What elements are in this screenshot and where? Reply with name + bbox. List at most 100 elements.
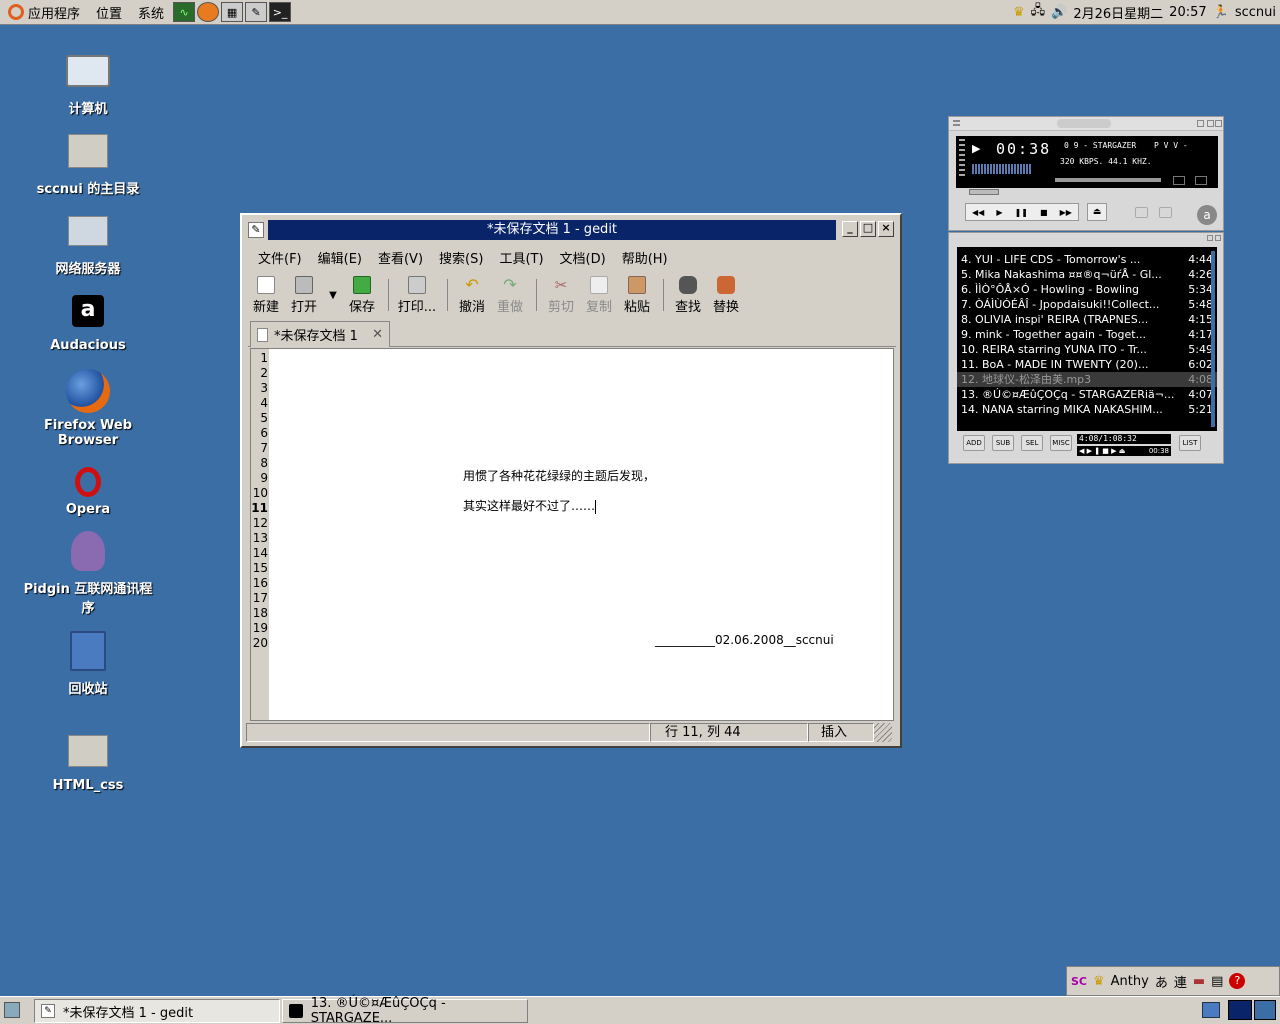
menu-file[interactable]: 文件(F) [250,248,310,267]
desktop-icon-audacious[interactable]: a Audacious [18,288,158,353]
playlist-close-icon[interactable] [1215,235,1221,241]
desktop-icon-network[interactable]: 网络服务器 [18,208,158,277]
desktop-icon-computer[interactable]: 计算机 [18,48,158,117]
repeat-icon[interactable] [1159,207,1172,218]
open-button[interactable]: 打开 [286,276,322,315]
input-mode[interactable]: あ [1155,972,1168,991]
time-display[interactable]: 00:38 [996,140,1051,158]
properties-icon[interactable]: ▤ [1211,974,1223,989]
shuffle-icon[interactable] [1135,207,1148,218]
close-icon[interactable] [1215,120,1222,127]
tab-close-icon[interactable]: ✕ [372,327,383,342]
undo-button[interactable]: ↶ 撤消 [454,276,490,316]
applications-menu[interactable]: 应用程序 [0,0,88,24]
calculator-launcher-icon[interactable]: ▦ [221,2,244,22]
document-tab[interactable]: *未保存文档 1 ✕ [250,321,390,347]
seek-bar[interactable] [969,189,999,195]
mini-controls-icon[interactable]: ◀ ▶ ❚ ■ ▶ ⏏ [1079,446,1125,456]
playlist-scrollbar[interactable] [1211,251,1215,427]
playlist-item[interactable]: 11. BoA - MADE IN TWENTY (20)... 6:02 [957,357,1217,372]
open-recent-dropdown[interactable]: ▼ [324,290,342,315]
minimize-icon[interactable] [1197,120,1204,127]
clock-time[interactable]: 20:57 [1169,5,1206,20]
eject-button[interactable]: ⏏ [1087,203,1107,221]
save-button[interactable]: 保存 [344,276,380,315]
conversion-mode[interactable]: 連 [1174,972,1187,991]
playlist-item[interactable]: 14. NANA starring MIKA NAKASHIM... 5:21 [957,402,1217,417]
menu-edit[interactable]: 编辑(E) [310,248,370,267]
playlist-toggle-icon[interactable] [1195,176,1207,185]
desktop-icon-trash[interactable]: 回收站 [18,628,158,697]
playlist-item[interactable]: 13. ®Ú©¤ÆûÇOÇq - STARGAZERiä¬... 4:07 [957,387,1217,402]
minimize-button[interactable]: _ [842,221,858,237]
find-button[interactable]: 查找 [670,276,706,315]
volume-slider[interactable] [1055,178,1135,182]
playlist-item[interactable]: 6. ÌÌÒ°ÔÅ×Ó - Howling - Bowling 5:34 [957,282,1217,297]
help-icon[interactable]: ? [1229,973,1246,989]
user-name[interactable]: sccnui [1235,5,1276,20]
previous-icon[interactable]: ◀◀ [972,208,984,217]
copy-button[interactable]: 复制 [581,276,617,315]
balance-slider[interactable] [1125,178,1161,182]
print-button[interactable]: 打印... [395,276,439,315]
menu-tools[interactable]: 工具(T) [491,248,551,267]
dictionary-icon[interactable]: ▬ [1193,974,1205,989]
crown-icon[interactable]: ♛ [1013,5,1025,20]
gedit-titlebar[interactable]: *未保存文档 1 - gedit [268,220,836,240]
paste-button[interactable]: 粘贴 [619,276,655,315]
list-button[interactable]: LIST [1179,435,1201,451]
network-icon[interactable]: 🖧 [1031,1,1046,23]
playlist-item[interactable]: 8. OLIVIA inspi' REIRA (TRAPNES... 4:15 [957,312,1217,327]
playlist-shade-icon[interactable] [1207,235,1213,241]
im-engine-name[interactable]: Anthy [1111,974,1149,989]
replace-button[interactable]: 替换 [708,276,744,315]
gedit-app-icon[interactable]: ✎ [248,222,264,238]
play-icon[interactable]: ▶ [996,208,1002,217]
terminal-launcher-icon[interactable]: >_ [269,2,292,22]
equalizer-toggle-icon[interactable] [1173,176,1185,185]
playlist-item[interactable]: 5. Mika Nakashima ¤¤®q¬üŕÅ - Gl... 4:26 [957,267,1217,282]
workspace-2[interactable] [1254,1000,1276,1020]
sel-button[interactable]: SEL [1021,435,1043,451]
places-menu[interactable]: 位置 [88,0,130,24]
desktop-icon-opera[interactable]: Opera [18,466,158,517]
stop-icon[interactable]: ■ [1040,208,1048,217]
resize-grip-icon[interactable] [874,723,892,742]
about-logo-icon[interactable]: a [1197,205,1217,225]
desktop-icon-html-css[interactable]: HTML_css [18,728,158,793]
shade-icon[interactable] [1207,120,1214,127]
sub-button[interactable]: SUB [992,435,1014,451]
taskbar-item-gedit[interactable]: ✎ *未保存文档 1 - gedit [34,999,280,1023]
text-editor-area[interactable]: 1 2 3 4 5 6 7 8 9 10 11 12 13 14 15 16 17 18 19 20 用惯了各种花花绿… [250,348,894,721]
menu-icon[interactable] [953,120,960,126]
user-switcher-icon[interactable]: 🏃 [1213,5,1229,20]
playlist-item[interactable]: 7. ÒÁÌÙÓÉÂÎ - Jpopdaisuki!!Collect... 5:4… [957,297,1217,312]
system-menu[interactable]: 系统 [130,0,172,24]
text-editor-launcher-icon[interactable]: ✎ [245,2,268,22]
playlist-item[interactable]: 4. YUI - LIFE CDS - Tomorrow's ... 4:44 [957,252,1217,267]
playlist[interactable]: 4. YUI - LIFE CDS - Tomorrow's ... 4:44 5.… [957,247,1217,431]
pause-icon[interactable]: ❚❚ [1015,208,1028,217]
clock-date[interactable]: 2月26日星期二 [1073,3,1163,22]
cut-button[interactable]: ✂ 剪切 [543,276,579,315]
menu-search[interactable]: 搜索(S) [431,248,491,267]
desktop-icon-firefox[interactable]: Firefox Web Browser [18,368,158,448]
misc-button[interactable]: MISC [1050,435,1072,451]
show-desktop-icon[interactable] [4,1002,20,1018]
volume-icon[interactable]: 🔊 [1051,5,1067,20]
playlist-item[interactable]: 12. 地球仪-松泽由美.mp3 4:08 [957,372,1217,387]
desktop-icon-pidgin[interactable]: Pidgin 互联网通讯程序 [18,528,158,616]
workspace-1[interactable] [1228,1000,1252,1020]
add-button[interactable]: ADD [963,435,985,451]
desktop-icon-home[interactable]: sccnui 的主目录 [18,128,158,197]
workspace-switcher-icon[interactable] [1202,1002,1220,1018]
firefox-launcher-icon[interactable] [197,2,220,22]
menu-view[interactable]: 查看(V) [370,248,431,267]
taskbar-item-audacious[interactable]: 13. ®Ú©¤ÆûÇOÇq - STARGAZE... [282,996,528,1024]
playlist-item[interactable]: 10. REIRA starring YUNA ITO - Tr... 5:49 [957,342,1217,357]
menu-help[interactable]: 帮助(H) [614,248,676,267]
close-button[interactable]: × [878,221,894,237]
system-monitor-launcher-icon[interactable]: ∿ [173,2,196,22]
maximize-button[interactable]: □ [860,221,876,237]
redo-button[interactable]: ↷ 重做 [492,276,528,316]
